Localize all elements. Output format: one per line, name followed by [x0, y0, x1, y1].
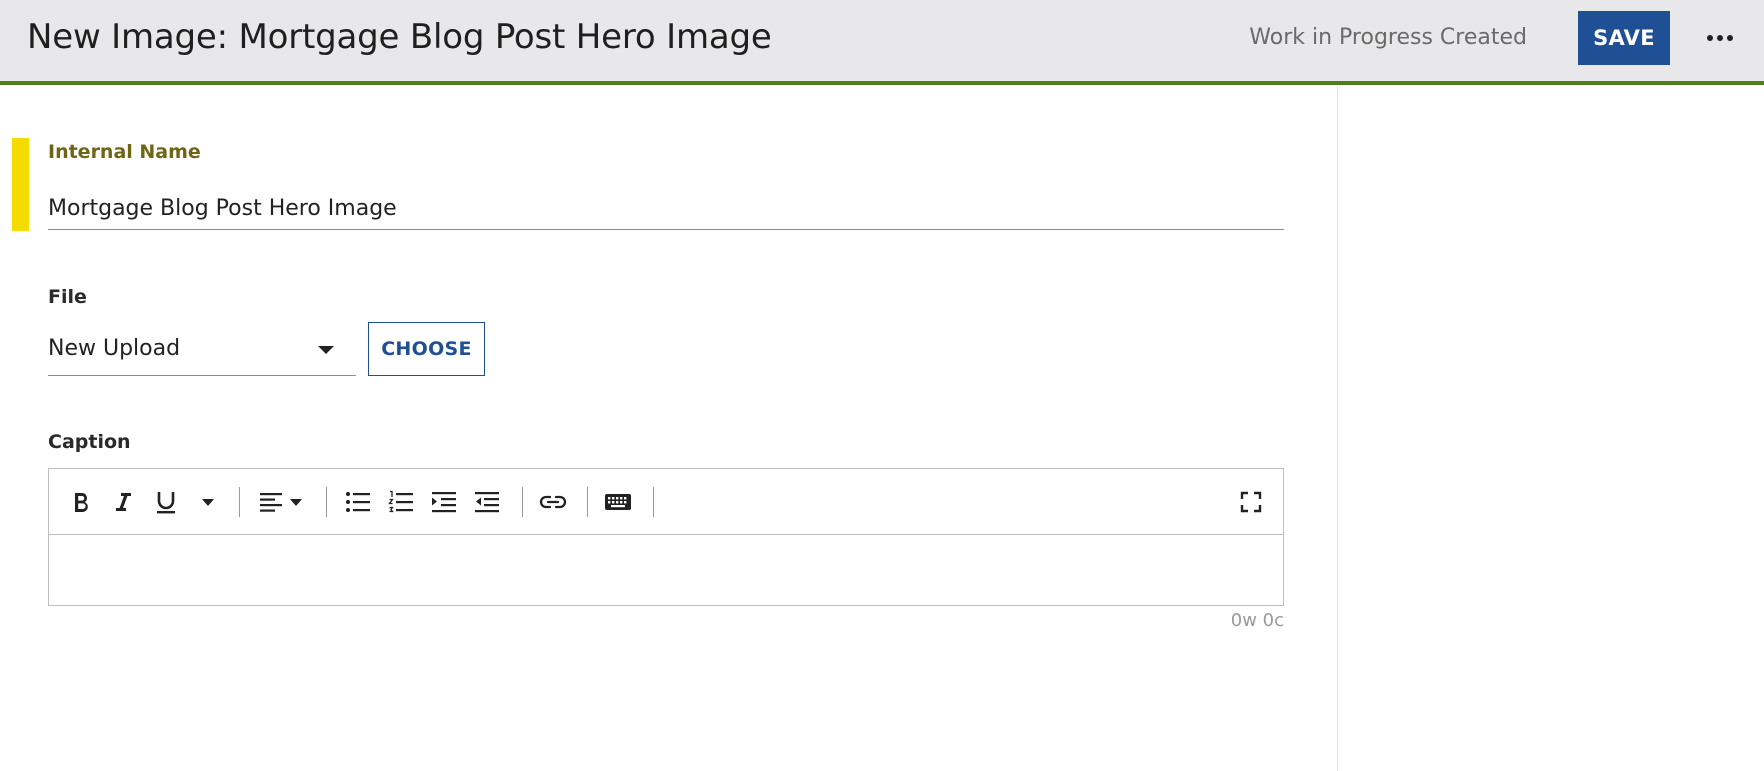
- italic-icon[interactable]: [106, 485, 140, 519]
- more-dot: [1717, 35, 1723, 41]
- align-left-dropdown-icon[interactable]: [255, 485, 311, 519]
- numbered-list-icon[interactable]: [384, 485, 418, 519]
- word-char-counter: 0w 0c: [1230, 610, 1284, 631]
- caption-text-area[interactable]: [49, 535, 1283, 605]
- toolbar-separator: [587, 487, 588, 517]
- more-options-icon[interactable]: [1700, 18, 1740, 58]
- file-source-select[interactable]: New Upload: [48, 328, 356, 376]
- fullscreen-icon[interactable]: [1234, 485, 1268, 519]
- toolbar-separator: [653, 487, 654, 517]
- outdent-icon[interactable]: [470, 485, 504, 519]
- toolbar-separator: [326, 487, 327, 517]
- caption-label: Caption: [48, 431, 131, 453]
- file-label: File: [48, 286, 87, 308]
- internal-name-input[interactable]: [48, 188, 1284, 230]
- keyboard-icon[interactable]: [601, 485, 635, 519]
- save-button[interactable]: SAVE: [1578, 11, 1670, 65]
- toolbar-separator: [522, 487, 523, 517]
- file-source-value: New Upload: [48, 336, 181, 361]
- caption-editor: [48, 468, 1284, 606]
- choose-file-button[interactable]: CHOOSE: [368, 322, 485, 376]
- status-text: Work in Progress Created: [1249, 25, 1527, 50]
- bold-icon[interactable]: [64, 485, 98, 519]
- underline-icon[interactable]: [149, 485, 183, 519]
- bulleted-list-icon[interactable]: [341, 485, 375, 519]
- sidebar-divider: [1337, 85, 1338, 771]
- toolbar-separator: [239, 487, 240, 517]
- page-title: New Image: Mortgage Blog Post Hero Image: [27, 17, 772, 57]
- more-styles-dropdown-icon[interactable]: [191, 485, 225, 519]
- required-field-marker: [12, 138, 29, 231]
- indent-icon[interactable]: [427, 485, 461, 519]
- link-icon[interactable]: [536, 485, 570, 519]
- more-dot: [1727, 35, 1733, 41]
- page-header: New Image: Mortgage Blog Post Hero Image…: [0, 0, 1764, 85]
- more-dot: [1707, 35, 1713, 41]
- chevron-down-icon: [318, 346, 334, 354]
- internal-name-label: Internal Name: [48, 141, 201, 163]
- editor-toolbar: [49, 469, 1283, 535]
